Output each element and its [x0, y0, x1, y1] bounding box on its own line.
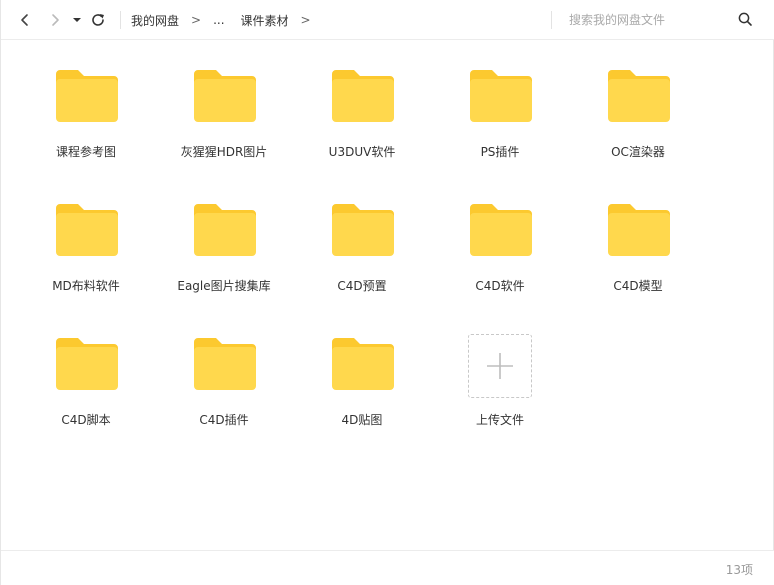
upload-file-tile[interactable]: 上传文件	[438, 334, 576, 468]
toolbar: 我的网盘 > ... 课件素材 >	[1, 0, 774, 40]
search-box	[569, 0, 759, 40]
folder-label: C4D预置	[337, 279, 387, 293]
folder-icon	[332, 70, 394, 122]
folder-item[interactable]: C4D预置	[293, 174, 431, 308]
breadcrumb-root[interactable]: 我的网盘	[131, 12, 179, 29]
folder-label: OC渲染器	[611, 145, 665, 159]
toolbar-divider	[120, 11, 121, 29]
back-button[interactable]	[14, 9, 36, 31]
folder-icon	[470, 70, 532, 122]
folder-icon	[194, 70, 256, 122]
folder-icon	[194, 204, 256, 256]
folder-icon	[608, 70, 670, 122]
folder-label: 灰猩猩HDR图片	[180, 145, 268, 159]
status-bar: 13项	[1, 550, 774, 585]
breadcrumb-separator: >	[191, 13, 202, 27]
folder-item[interactable]: C4D插件	[155, 308, 293, 442]
plus-icon	[487, 353, 513, 379]
folder-item[interactable]: 课程参考图	[17, 40, 155, 174]
folder-label: PS插件	[480, 145, 520, 159]
folder-item[interactable]: C4D软件	[431, 174, 569, 308]
forward-button[interactable]	[44, 9, 66, 31]
folder-item[interactable]: PS插件	[431, 40, 569, 174]
folder-label: C4D脚本	[61, 413, 111, 427]
chevron-left-icon	[21, 14, 28, 26]
folder-item[interactable]: C4D模型	[569, 174, 707, 308]
folder-label: 4D贴图	[341, 413, 383, 427]
folder-item[interactable]: 灰猩猩HDR图片	[155, 40, 293, 174]
folder-icon	[56, 204, 118, 256]
folder-label: MD布料软件	[52, 279, 120, 293]
folder-item[interactable]: Eagle图片搜集库	[155, 174, 293, 308]
folder-item[interactable]: MD布料软件	[17, 174, 155, 308]
folder-item[interactable]: 4D贴图	[293, 308, 431, 442]
folder-item[interactable]: OC渲染器	[569, 40, 707, 174]
search-icon	[738, 12, 752, 26]
search-button[interactable]	[737, 11, 755, 29]
item-count: 13项	[725, 563, 753, 577]
chevron-right-icon	[52, 14, 59, 26]
upload-label: 上传文件	[475, 413, 524, 427]
search-input[interactable]	[569, 8, 729, 32]
upload-button[interactable]	[468, 334, 532, 398]
folder-icon	[332, 204, 394, 256]
breadcrumb: 我的网盘 > ... 课件素材 >	[131, 0, 323, 40]
folder-label: 课程参考图	[55, 145, 116, 159]
breadcrumb-ellipsis[interactable]: ...	[213, 13, 224, 27]
folder-label: C4D插件	[199, 413, 249, 427]
folder-item[interactable]: U3DUV软件	[293, 40, 431, 174]
folder-label: Eagle图片搜集库	[177, 279, 271, 293]
history-dropdown-button[interactable]	[68, 9, 86, 31]
folder-icon	[194, 338, 256, 390]
file-browser-window: 我的网盘 > ... 课件素材 > 课程参考图 灰猩猩HDR图片 U3DUV软件 PS…	[0, 0, 774, 585]
caret-down-icon	[73, 18, 81, 22]
folder-icon	[470, 204, 532, 256]
folder-item[interactable]: C4D脚本	[17, 308, 155, 442]
folder-label: U3DUV软件	[328, 145, 396, 159]
breadcrumb-separator: >	[300, 13, 311, 27]
toolbar-divider	[551, 11, 552, 29]
breadcrumb-current[interactable]: 课件素材	[241, 12, 289, 29]
folder-label: C4D软件	[475, 279, 525, 293]
folder-icon	[608, 204, 670, 256]
folder-icon	[332, 338, 394, 390]
folder-label: C4D模型	[613, 279, 663, 293]
folder-icon	[56, 70, 118, 122]
refresh-icon	[92, 14, 104, 26]
refresh-button[interactable]	[87, 9, 109, 31]
folder-icon	[56, 338, 118, 390]
